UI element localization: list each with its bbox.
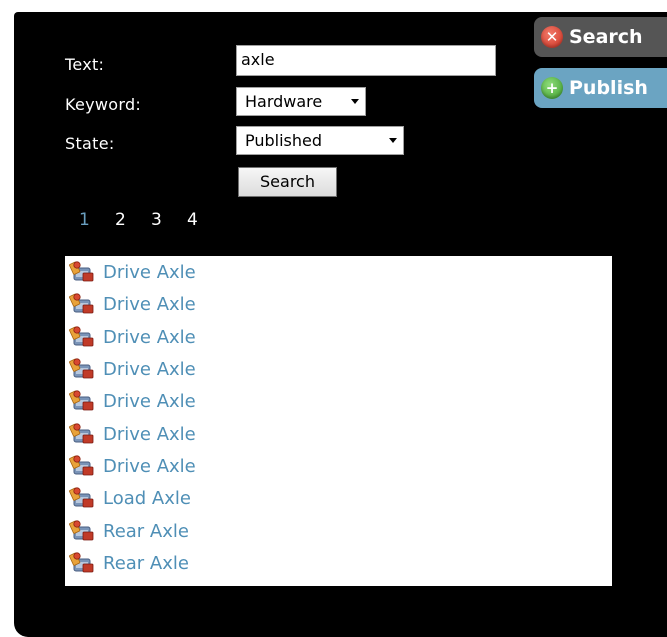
result-item-link[interactable]: Drive Axle: [103, 294, 196, 315]
hardware-item-icon: [68, 453, 98, 479]
keyword-select-value: Hardware: [245, 92, 323, 111]
side-search-button[interactable]: ✕ Search: [534, 17, 667, 57]
hardware-item-icon: [68, 259, 98, 285]
pagination: 1 2 3 4: [79, 210, 223, 230]
page-link-2[interactable]: 2: [115, 210, 151, 230]
side-publish-label: Publish: [569, 77, 648, 99]
result-item-link[interactable]: Drive Axle: [103, 391, 196, 412]
result-item-link[interactable]: Drive Axle: [103, 327, 196, 348]
result-item[interactable]: Drive Axle: [68, 421, 196, 447]
keyword-label: Keyword:: [65, 95, 142, 114]
chevron-down-icon: [351, 99, 359, 104]
result-item-link[interactable]: Rear Axle: [103, 521, 189, 542]
result-item-link[interactable]: Drive Axle: [103, 456, 196, 477]
search-submit-button[interactable]: Search: [238, 167, 337, 197]
result-item[interactable]: Drive Axle: [68, 453, 196, 479]
x-circle-icon: ✕: [541, 26, 563, 48]
results-list: Drive Axle Drive Axle Drive Axle Drive A…: [65, 256, 612, 586]
keyword-select[interactable]: Hardware: [236, 87, 366, 116]
result-item[interactable]: Drive Axle: [68, 388, 196, 414]
page-link-4[interactable]: 4: [187, 210, 223, 230]
state-select-value: Published: [245, 131, 323, 150]
plus-circle-icon: +: [541, 77, 563, 99]
result-item-link[interactable]: Load Axle: [103, 488, 191, 509]
result-item[interactable]: Drive Axle: [68, 324, 196, 350]
hardware-item-icon: [68, 356, 98, 382]
text-search-input[interactable]: [236, 45, 496, 76]
result-item[interactable]: Rear Axle: [68, 550, 189, 576]
hardware-item-icon: [68, 518, 98, 544]
result-item-link[interactable]: Rear Axle: [103, 553, 189, 574]
result-item[interactable]: Load Axle: [68, 485, 191, 511]
hardware-item-icon: [68, 421, 98, 447]
chevron-down-icon: [389, 138, 397, 143]
hardware-item-icon: [68, 291, 98, 317]
result-item-link[interactable]: Drive Axle: [103, 262, 196, 283]
result-item[interactable]: Drive Axle: [68, 259, 196, 285]
side-search-label: Search: [569, 26, 643, 48]
side-publish-button[interactable]: + Publish: [534, 68, 667, 108]
text-label: Text:: [65, 55, 105, 74]
state-label: State:: [65, 134, 115, 153]
hardware-item-icon: [68, 388, 98, 414]
page-link-1[interactable]: 1: [79, 210, 115, 230]
page-link-3[interactable]: 3: [151, 210, 187, 230]
result-item[interactable]: Drive Axle: [68, 356, 196, 382]
state-select[interactable]: Published: [236, 126, 404, 155]
hardware-item-icon: [68, 324, 98, 350]
result-item-link[interactable]: Drive Axle: [103, 359, 196, 380]
result-item[interactable]: Drive Axle: [68, 291, 196, 317]
result-item-link[interactable]: Drive Axle: [103, 424, 196, 445]
result-item[interactable]: Rear Axle: [68, 518, 189, 544]
hardware-item-icon: [68, 485, 98, 511]
hardware-item-icon: [68, 550, 98, 576]
